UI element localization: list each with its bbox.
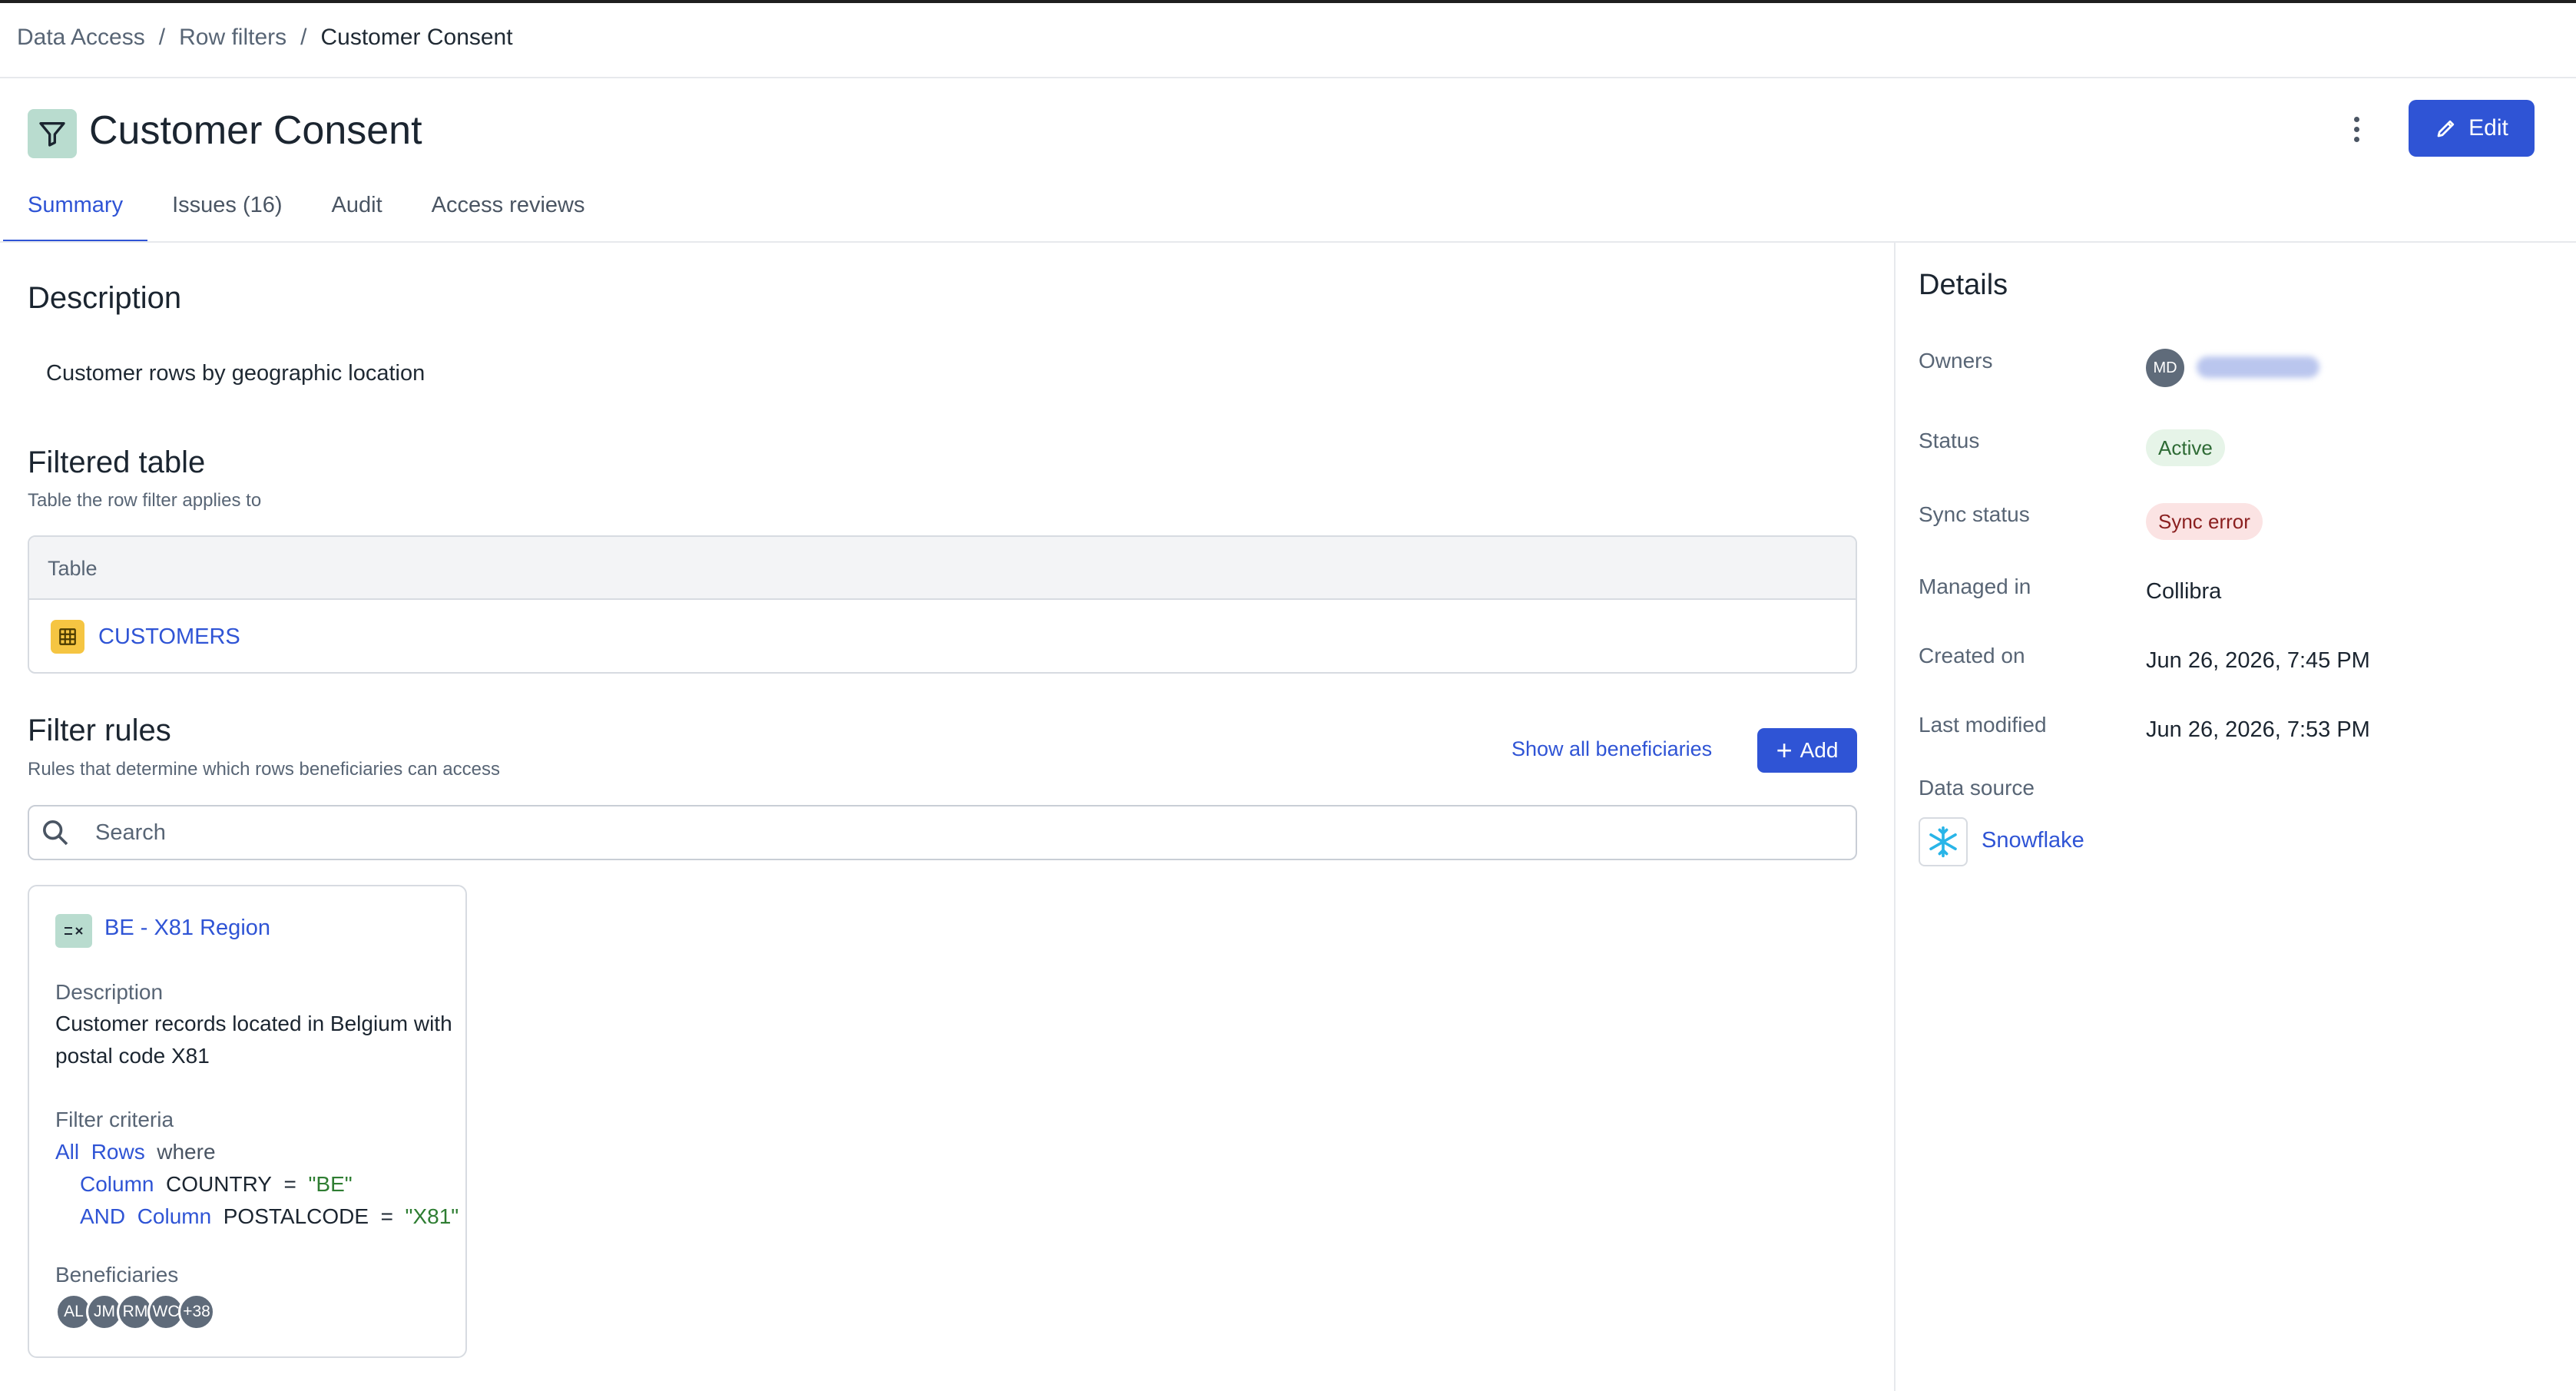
breadcrumb-current: Customer Consent xyxy=(320,25,513,50)
tab-bar: Summary Issues (16) Audit Access reviews xyxy=(3,190,609,243)
rule-name-link[interactable]: BE - X81 Region xyxy=(104,916,270,941)
sync-status-label: Sync status xyxy=(1919,502,2030,526)
owners-label: Owners xyxy=(1919,349,1993,373)
managed-in-label: Managed in xyxy=(1919,575,2031,598)
created-on-value: Jun 26, 2026, 7:45 PM xyxy=(2146,648,2370,673)
sync-status-badge: Sync error xyxy=(2146,503,2263,540)
details-heading: Details xyxy=(1919,269,2008,301)
more-beneficiaries-count[interactable]: +38 xyxy=(178,1293,215,1330)
criteria-line-scope: All Rows where xyxy=(55,1140,216,1164)
breadcrumb-data-access[interactable]: Data Access xyxy=(17,25,145,51)
beneficiary-avatars: AL JM RM WC +38 xyxy=(55,1293,215,1330)
criteria-line-postalcode: AND Column POSTALCODE = "X81" xyxy=(80,1204,459,1228)
last-modified-label: Last modified xyxy=(1919,713,2047,737)
search-field xyxy=(28,805,1857,860)
edit-button-label: Edit xyxy=(2468,115,2508,141)
description-text: Customer rows by geographic location xyxy=(46,361,425,386)
add-rule-button[interactable]: + Add xyxy=(1757,728,1857,773)
table-name-link[interactable]: CUSTOMERS xyxy=(98,624,240,650)
tab-summary[interactable]: Summary xyxy=(3,190,148,243)
tab-audit[interactable]: Audit xyxy=(307,190,407,243)
filtered-table-subtitle: Table the row filter applies to xyxy=(28,490,262,511)
show-all-beneficiaries-link[interactable]: Show all beneficiaries xyxy=(1511,737,1712,761)
data-source-link[interactable]: Snowflake xyxy=(1982,828,2084,853)
search-icon xyxy=(43,820,68,846)
owner-avatar[interactable]: MD xyxy=(2146,349,2184,387)
edit-button[interactable]: Edit xyxy=(2409,100,2535,157)
breadcrumb-separator: / xyxy=(300,25,307,50)
status-label: Status xyxy=(1919,429,1980,452)
page-title: Customer Consent xyxy=(89,108,422,153)
table-row[interactable]: CUSTOMERS xyxy=(29,600,1856,672)
breadcrumb: Data Access / Row filters / Customer Con… xyxy=(17,25,513,51)
table-column-header: Table xyxy=(29,537,1856,600)
filter-criteria-label: Filter criteria xyxy=(55,1108,174,1131)
table-grid-icon xyxy=(51,620,84,654)
breadcrumb-separator: / xyxy=(158,25,166,50)
add-button-label: Add xyxy=(1800,738,1839,762)
filter-rules-heading: Filter rules xyxy=(28,714,171,747)
details-panel-divider xyxy=(1894,243,1896,1391)
filtered-table-heading: Filtered table xyxy=(28,445,206,479)
tab-issues[interactable]: Issues (16) xyxy=(147,190,306,243)
page: Data Access / Row filters / Customer Con… xyxy=(0,0,2576,1391)
created-on-label: Created on xyxy=(1919,644,2025,667)
managed-in-value: Collibra xyxy=(2146,579,2222,604)
tabs-divider xyxy=(0,241,2576,243)
rule-description-text: Customer records located in Belgium with… xyxy=(55,1012,452,1068)
filter-rule-card: BE - X81 Region Description Customer rec… xyxy=(28,885,467,1358)
plus-icon: + xyxy=(1776,734,1793,766)
status-badge: Active xyxy=(2146,429,2225,466)
filtered-table: Table CUSTOMERS xyxy=(28,535,1857,674)
snowflake-icon xyxy=(1919,817,1968,866)
pencil-icon xyxy=(2437,120,2455,137)
filter-rules-subtitle: Rules that determine which rows benefici… xyxy=(28,759,500,780)
beneficiaries-label: Beneficiaries xyxy=(55,1263,179,1287)
owner-name-redacted xyxy=(2197,356,2319,378)
last-modified-value: Jun 26, 2026, 7:53 PM xyxy=(2146,717,2370,742)
tab-access-reviews[interactable]: Access reviews xyxy=(407,190,610,243)
rule-icon xyxy=(55,914,92,948)
more-options-icon[interactable] xyxy=(2341,112,2372,146)
rule-description-label: Description xyxy=(55,980,164,1004)
filter-icon xyxy=(28,109,77,158)
breadcrumb-row-filters[interactable]: Row filters xyxy=(179,25,286,51)
breadcrumb-divider xyxy=(0,77,2576,78)
search-input[interactable] xyxy=(94,819,1786,846)
data-source-label: Data source xyxy=(1919,776,2035,800)
criteria-line-country: Column COUNTRY = "BE" xyxy=(80,1172,353,1196)
description-heading: Description xyxy=(28,281,182,315)
